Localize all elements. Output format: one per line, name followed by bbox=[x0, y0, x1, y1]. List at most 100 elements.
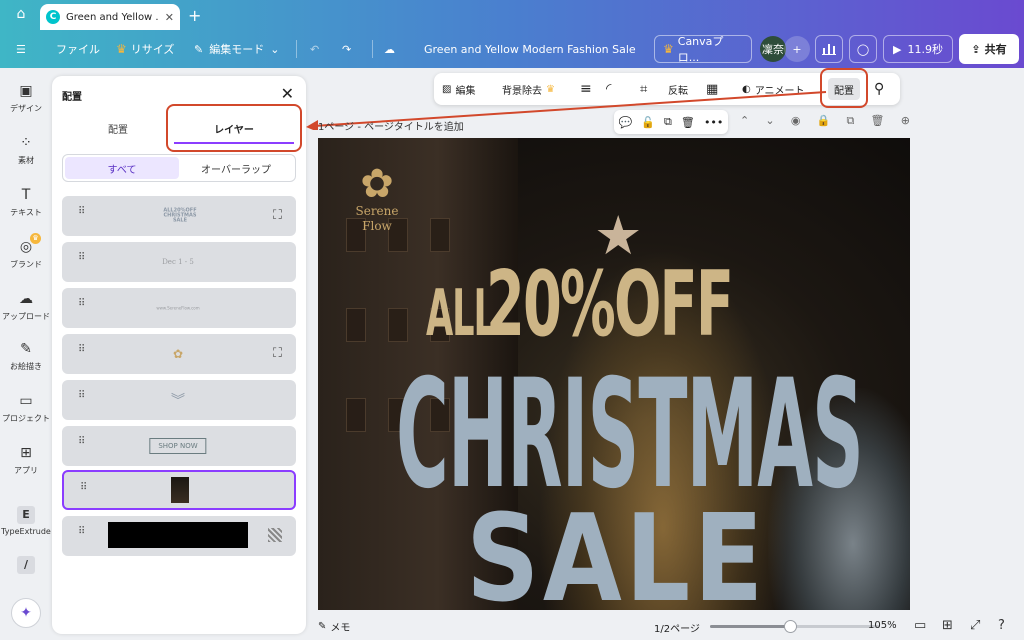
divider bbox=[372, 40, 373, 58]
design-canvas[interactable]: ★ ✿ Serene Flow ALL20%OFF CHRISTMAS SALE bbox=[318, 138, 910, 610]
delete-page-icon[interactable]: 🗑 bbox=[871, 114, 885, 128]
layer-row-date[interactable]: ⠿ Dec 1 - 5 bbox=[62, 242, 296, 282]
sidebar-item-label: 素材 bbox=[18, 156, 34, 165]
chevron-down-icon: ︾ bbox=[171, 393, 185, 409]
layer-thumbnail: Dec 1 - 5 bbox=[162, 258, 194, 266]
grid-view-icon[interactable]: ⊞ bbox=[942, 618, 953, 633]
page-title[interactable]: 1ページ - ページタイトルを追加 bbox=[318, 118, 464, 133]
drag-handle-icon[interactable]: ⠿ bbox=[78, 345, 88, 355]
resize-button[interactable]: ♛ リサイズ bbox=[116, 30, 174, 68]
redo-icon[interactable]: ↷ bbox=[342, 30, 351, 68]
paint-roller-icon[interactable]: ⚲ bbox=[874, 73, 884, 105]
sidebar-item-draw[interactable]: ✎ お絵描き bbox=[0, 340, 52, 372]
edit-mode-label: 編集モード bbox=[209, 43, 265, 56]
browser-tab[interactable]: C Green and Yellow ... ✕ bbox=[40, 4, 180, 30]
sidebar-item-upload[interactable]: ☁ アップロード bbox=[0, 290, 52, 322]
sidebar-item-app-extra[interactable]: ∕ bbox=[0, 556, 52, 574]
hamburger-menu-icon[interactable]: ☰ bbox=[16, 30, 26, 68]
headline-sale[interactable]: SALE bbox=[466, 500, 767, 611]
layer-row-website[interactable]: ⠿ www.SereneFlow.com bbox=[62, 288, 296, 328]
drag-handle-icon[interactable]: ⠿ bbox=[78, 207, 88, 217]
zoom-slider-handle[interactable] bbox=[783, 620, 797, 633]
page-counter[interactable]: 1/2ページ bbox=[654, 620, 700, 635]
sidebar-item-projects[interactable]: ▭ プロジェクト bbox=[0, 392, 52, 424]
edit-mode-button[interactable]: ✎ 編集モード ⌄ bbox=[194, 30, 279, 68]
comment-icon[interactable]: 💬 bbox=[619, 116, 633, 129]
drag-handle-icon[interactable]: ⠿ bbox=[80, 483, 90, 493]
elements-icon: ⁘ bbox=[20, 135, 32, 151]
lock-icon[interactable]: 🔒 bbox=[817, 114, 831, 128]
transparency-icon bbox=[268, 528, 282, 542]
canva-pro-label: Canvaプロ... bbox=[677, 35, 724, 64]
avatar[interactable]: 凜奈 bbox=[760, 36, 786, 62]
undo-icon[interactable]: ↶ bbox=[310, 30, 319, 68]
delete-icon[interactable]: 🗑 bbox=[681, 116, 695, 129]
file-menu-button[interactable]: ファイル bbox=[56, 30, 100, 68]
sidebar-item-text[interactable]: T テキスト bbox=[0, 186, 52, 218]
brand-icon: ◎ ♛ bbox=[17, 233, 41, 256]
brand-logo[interactable]: ✿ Serene Flow bbox=[348, 164, 406, 234]
drag-handle-icon[interactable]: ⠿ bbox=[78, 253, 88, 263]
lock-icon[interactable]: 🔓 bbox=[641, 116, 655, 129]
drag-handle-icon[interactable]: ⠿ bbox=[78, 527, 88, 537]
drag-handle-icon[interactable]: ⠿ bbox=[78, 437, 88, 447]
filter-all[interactable]: すべて bbox=[65, 157, 179, 179]
layer-thumbnail: www.SereneFlow.com bbox=[156, 305, 200, 311]
sidebar-item-apps[interactable]: ⊞ アプリ bbox=[0, 444, 52, 476]
cloud-save-icon[interactable]: ☁ bbox=[384, 30, 395, 68]
share-button[interactable]: ⇪ 共有 bbox=[959, 34, 1019, 64]
layer-row-headline[interactable]: ⠿ ALL20%OFF CHRISTMAS SALE ⛶ bbox=[62, 196, 296, 236]
magic-assistant-icon[interactable]: ✦ bbox=[11, 598, 41, 628]
drag-handle-icon[interactable]: ⠿ bbox=[78, 299, 88, 309]
headline-christmas[interactable]: CHRISTMAS bbox=[396, 360, 864, 510]
headline-discount[interactable]: ALL20%OFF bbox=[426, 260, 883, 350]
layer-filter-toggle: すべて オーバーラップ bbox=[62, 154, 296, 182]
color-thumbnail bbox=[108, 522, 248, 548]
share-label: 共有 bbox=[984, 43, 1007, 56]
fullscreen-icon[interactable]: ⤢ bbox=[970, 618, 980, 633]
present-button[interactable]: ▶ 11.9秒 bbox=[883, 35, 953, 63]
tab-title: Green and Yellow ... bbox=[66, 11, 159, 23]
duplicate-page-icon[interactable]: ⧉ bbox=[847, 114, 855, 128]
sidebar-item-elements[interactable]: ⁘ 素材 bbox=[0, 134, 52, 166]
sidebar-item-design[interactable]: ▣ デザイン bbox=[0, 82, 52, 114]
projects-icon: ▭ bbox=[19, 393, 33, 409]
sidebar-item-brand[interactable]: ◎ ♛ ブランド bbox=[0, 233, 52, 270]
sidebar-item-typeextrude[interactable]: E TypeExtrude bbox=[0, 506, 52, 536]
sidebar-item-label: アプリ bbox=[14, 466, 38, 475]
insights-icon[interactable] bbox=[815, 35, 843, 63]
annotation-highlight-layer-tab bbox=[166, 104, 302, 152]
editor-toolbar: ☰ ファイル ♛ リサイズ ✎ 編集モード ⌄ ↶ ↷ ☁ Green and … bbox=[0, 30, 1024, 68]
logo-thumbnail-icon: ✿ bbox=[172, 347, 184, 361]
notes-button[interactable]: ✎ メモ bbox=[318, 619, 350, 634]
add-collaborator-icon[interactable]: + bbox=[784, 36, 810, 62]
zoom-slider[interactable] bbox=[710, 620, 880, 633]
duplicate-icon[interactable]: ⧉ bbox=[664, 115, 672, 129]
more-icon[interactable]: ••• bbox=[704, 116, 723, 129]
zoom-level[interactable]: 105% bbox=[868, 620, 897, 631]
chevron-up-icon[interactable]: ⌃ bbox=[740, 114, 749, 128]
page-view-icon[interactable]: ▭ bbox=[914, 618, 926, 633]
comment-icon[interactable]: ◯ bbox=[849, 35, 877, 63]
close-icon[interactable]: ✕ bbox=[165, 11, 174, 24]
eye-icon[interactable]: ◉ bbox=[791, 114, 801, 128]
layer-row-background-photo[interactable]: ⠿ bbox=[62, 470, 296, 510]
chevron-down-icon[interactable]: ⌄ bbox=[765, 114, 774, 128]
canva-pro-button[interactable]: ♛ Canvaプロ... bbox=[654, 35, 752, 64]
zoom-slider-fill bbox=[710, 625, 790, 628]
apps-icon: ⊞ bbox=[20, 445, 32, 461]
home-icon[interactable]: ⌂ bbox=[10, 6, 32, 26]
document-title[interactable]: Green and Yellow Modern Fashion Sale Em.… bbox=[424, 30, 638, 68]
drag-handle-icon[interactable]: ⠿ bbox=[78, 391, 88, 401]
filter-overlap[interactable]: オーバーラップ bbox=[179, 157, 293, 179]
layer-row-logo[interactable]: ⠿ ✿ ⛶ bbox=[62, 334, 296, 374]
new-tab-icon[interactable]: + bbox=[188, 6, 201, 25]
close-icon[interactable]: ✕ bbox=[281, 84, 294, 103]
add-page-icon[interactable]: ⊕ bbox=[901, 114, 910, 128]
layer-row-chevron[interactable]: ⠿ ︾ bbox=[62, 380, 296, 420]
headline-offer: 20%OFF bbox=[486, 252, 734, 357]
help-icon[interactable]: ? bbox=[998, 618, 1005, 633]
tab-arrange[interactable]: 配置 bbox=[62, 112, 174, 144]
layer-row-shop-now[interactable]: ⠿ SHOP NOW bbox=[62, 426, 296, 466]
layer-row-background-color[interactable]: ⠿ bbox=[62, 516, 296, 556]
